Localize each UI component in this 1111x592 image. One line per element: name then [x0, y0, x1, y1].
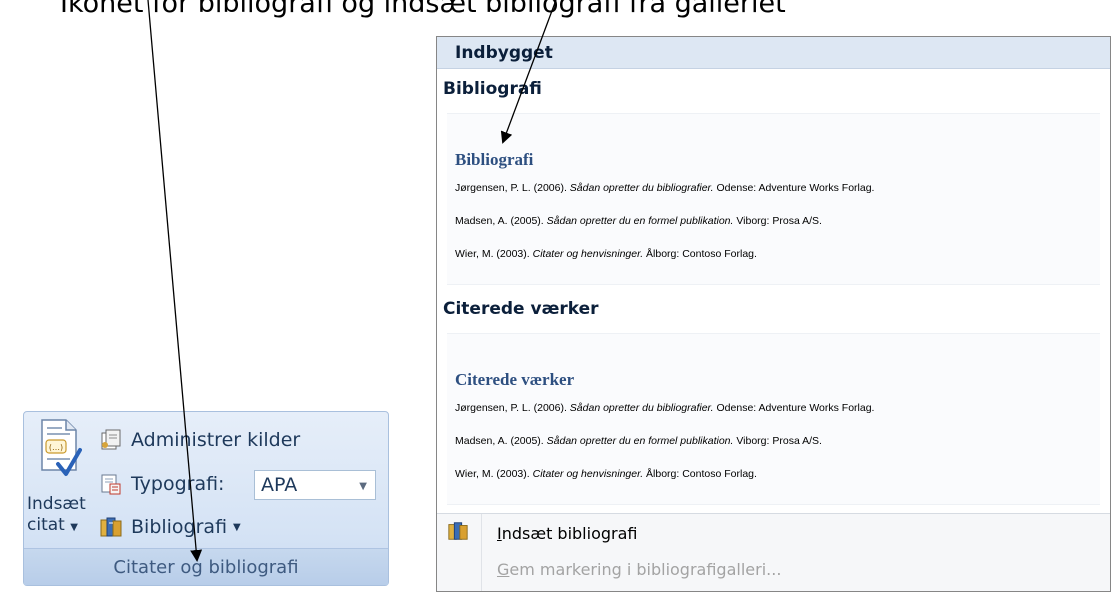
style-row: Typografi:	[99, 468, 224, 500]
bibliography-gallery: Indbygget Bibliografi Bibliografi Jørgen…	[436, 36, 1111, 592]
preview-title: Citerede værker	[455, 370, 575, 389]
insert-citation-line2: citat	[27, 515, 65, 535]
svg-text:(…): (…)	[49, 443, 63, 452]
chevron-down-icon: ▼	[70, 522, 78, 533]
bibliography-entry: Jørgensen, P. L. (2006). Sådan opretter …	[455, 182, 875, 194]
bibliography-icon	[448, 522, 468, 540]
chevron-down-icon: ▼	[233, 521, 241, 533]
insert-citation-line1: Indsæt	[27, 494, 86, 514]
caption-text: Ikonet for bibliografi og indsæt bibliog…	[60, 0, 786, 19]
insert-bibliography-menu-item[interactable]: Indsæt bibliografi	[497, 524, 637, 543]
gallery-header: Indbygget	[437, 37, 1110, 69]
style-icon	[101, 474, 121, 495]
style-value: APA	[261, 474, 298, 496]
insert-citation-button[interactable]: (…) Indsæt citat ▼	[24, 412, 96, 548]
bibliography-entry: Wier, M. (2003). Citater og henvisninger…	[455, 468, 757, 480]
bibliography-entry: Jørgensen, P. L. (2006). Sådan opretter …	[455, 402, 875, 414]
insert-citation-icon: (…)	[41, 419, 82, 476]
bibliography-entry: Madsen, A. (2005). Sådan opretter du en …	[455, 435, 822, 447]
manage-sources-button[interactable]: Administrer kilder	[99, 424, 300, 456]
citations-bibliography-group: (…) Indsæt citat ▼ Administrer kilder Ty…	[23, 411, 389, 586]
bibliography-label: Bibliografi	[131, 516, 228, 538]
bibliography-entry: Wier, M. (2003). Citater og henvisninger…	[455, 248, 757, 260]
bibliography-icon	[100, 517, 122, 537]
insert-citation-label: Indsæt citat ▼	[27, 494, 97, 538]
style-dropdown[interactable]: APA ▼	[254, 470, 376, 500]
gallery-section-label: Citerede værker	[443, 299, 599, 319]
bibliography-button[interactable]: Bibliografi ▼	[99, 511, 241, 543]
manage-sources-label: Administrer kilder	[131, 429, 301, 451]
preview-title: Bibliografi	[455, 150, 534, 169]
group-title: Citater og bibliografi	[24, 548, 388, 585]
save-selection-menu-item[interactable]: Gem markering i bibliografigalleri...	[497, 560, 781, 579]
gallery-item-bibliography[interactable]: Bibliografi Jørgensen, P. L. (2006). Såd…	[447, 113, 1100, 285]
gallery-item-works-cited[interactable]: Citerede værker Jørgensen, P. L. (2006).…	[447, 333, 1100, 505]
bibliography-entry: Madsen, A. (2005). Sådan opretter du en …	[455, 215, 822, 227]
style-label: Typografi:	[131, 473, 225, 495]
gallery-section-label: Bibliografi	[443, 79, 542, 99]
manage-sources-icon	[101, 429, 121, 450]
gallery-footer: Indsæt bibliografi Gem markering i bibli…	[437, 513, 1110, 591]
chevron-down-icon: ▼	[359, 481, 367, 492]
footer-divider	[481, 514, 482, 591]
